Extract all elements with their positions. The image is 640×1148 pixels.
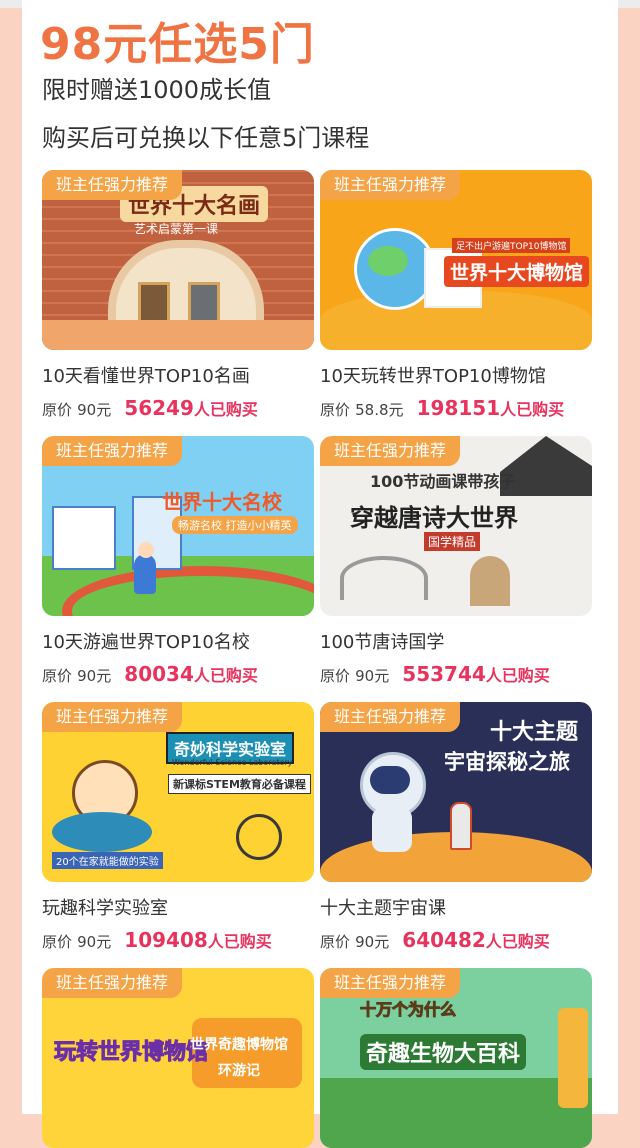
recommend-tag: 班主任强力推荐 — [320, 170, 461, 200]
bonus-subtitle: 限时赠送1000成长值 — [42, 76, 272, 104]
course-card[interactable]: 玩转世界博物馆 世界奇趣博物馆 环游记 班主任强力推荐 — [42, 968, 314, 1148]
thumbnail-subtitle: 畅游名校 打造小小精英 — [172, 516, 298, 534]
thumbnail-subtitle: 100节动画课带孩子 — [370, 472, 516, 491]
course-name: 10天看懂世界TOP10名画 — [42, 366, 250, 387]
price-row: 原价 90元 109408人已购买 — [42, 928, 272, 952]
course-thumbnail: 100节动画课带孩子 穿越唐诗大世界 国学精品 班主任强力推荐 — [320, 436, 592, 616]
thumbnail-stamp: 国学精品 — [424, 532, 481, 551]
recommend-tag: 班主任强力推荐 — [320, 436, 461, 466]
buyers-suffix: 人已购买 — [500, 400, 565, 419]
course-thumbnail: 十万个为什么 奇趣生物大百科 班主任强力推荐 — [320, 968, 592, 1148]
recommend-tag: 班主任强力推荐 — [42, 170, 183, 200]
buyers-count: 80034 — [124, 662, 194, 686]
course-card[interactable]: 世界十大博物馆 足不出户游遍TOP10博物馆 班主任强力推荐 10天玩转世界TO… — [320, 170, 592, 420]
original-price: 90元 — [355, 667, 390, 685]
redeem-description: 购买后可兑换以下任意5门课程 — [42, 124, 370, 152]
course-name: 10天玩转世界TOP10博物馆 — [320, 366, 546, 387]
original-price: 90元 — [355, 933, 390, 951]
thumbnail-subtitle: 艺术启蒙第一课 — [134, 222, 219, 236]
course-card[interactable]: 十万个为什么 奇趣生物大百科 班主任强力推荐 — [320, 968, 592, 1148]
thumbnail-title: 十大主题 — [490, 720, 579, 745]
course-thumbnail: 玩转世界博物馆 世界奇趣博物馆 环游记 班主任强力推荐 — [42, 968, 314, 1148]
thumbnail-title: 奇趣生物大百科 — [360, 1034, 527, 1070]
price-row: 原价 90元 640482人已购买 — [320, 928, 550, 952]
course-thumbnail: 奇妙科学实验室 Wonderful Science Laboratory 新课标… — [42, 702, 314, 882]
course-thumbnail: 世界十大名校 畅游名校 打造小小精英 班主任强力推荐 — [42, 436, 314, 616]
page-title: 98元任选5门 — [40, 19, 315, 70]
original-price-label: 原价 — [320, 933, 351, 951]
buyers-suffix: 人已购买 — [485, 666, 550, 685]
course-card[interactable]: 十大主题 宇宙探秘之旅 班主任强力推荐 十大主题宇宙课 原价 90元 64048… — [320, 702, 592, 952]
course-card[interactable]: 世界十大名校 畅游名校 打造小小精英 班主任强力推荐 10天游遍世界TOP10名… — [42, 436, 314, 686]
buyers-count: 198151 — [416, 396, 501, 420]
thumbnail-title: 穿越唐诗大世界 — [350, 504, 518, 532]
recommend-tag: 班主任强力推荐 — [42, 436, 183, 466]
buyers-suffix: 人已购买 — [193, 666, 258, 685]
thumbnail-subtitle: 足不出户游遍TOP10博物馆 — [452, 238, 571, 253]
price-row: 原价 90元 56249人已购买 — [42, 396, 258, 420]
price-row: 原价 58.8元 198151人已购买 — [320, 396, 564, 420]
original-price: 90元 — [77, 667, 112, 685]
recommend-tag: 班主任强力推荐 — [42, 968, 183, 998]
original-price: 90元 — [77, 933, 112, 951]
thumbnail-subtitle: 宇宙探秘之旅 — [444, 750, 570, 774]
original-price: 90元 — [77, 401, 112, 419]
buyers-suffix: 人已购买 — [193, 400, 258, 419]
original-price: 58.8元 — [355, 401, 404, 419]
course-thumbnail: 世界十大博物馆 足不出户游遍TOP10博物馆 班主任强力推荐 — [320, 170, 592, 350]
thumbnail-subtitle: Wonderful Science Laboratory — [172, 758, 293, 767]
buyers-count: 109408 — [124, 928, 208, 952]
recommend-tag: 班主任强力推荐 — [320, 702, 461, 732]
course-card[interactable]: 奇妙科学实验室 Wonderful Science Laboratory 新课标… — [42, 702, 314, 952]
course-name: 十大主题宇宙课 — [320, 898, 446, 919]
course-thumbnail: 十大主题 宇宙探秘之旅 班主任强力推荐 — [320, 702, 592, 882]
thumbnail-note: 环游记 — [218, 1063, 260, 1079]
original-price-label: 原价 — [42, 933, 73, 951]
course-name: 100节唐诗国学 — [320, 632, 445, 653]
thumbnail-subtitle: 世界奇趣博物馆 — [190, 1037, 288, 1053]
original-price-label: 原价 — [320, 667, 351, 685]
buyers-count: 640482 — [402, 928, 486, 952]
course-thumbnail: 世界十大名画 艺术启蒙第一课 班主任强力推荐 — [42, 170, 314, 350]
thumbnail-title: 世界十大博物馆 — [444, 256, 590, 287]
course-name: 玩趣科学实验室 — [42, 898, 168, 919]
original-price-label: 原价 — [42, 401, 73, 419]
course-card[interactable]: 世界十大名画 艺术启蒙第一课 班主任强力推荐 10天看懂世界TOP10名画 原价… — [42, 170, 314, 420]
recommend-tag: 班主任强力推荐 — [42, 702, 183, 732]
thumbnail-caption: 20个在家就能做的实验 — [52, 852, 163, 869]
thumbnail-subtitle: 十万个为什么 — [359, 1000, 457, 1020]
course-name: 10天游遍世界TOP10名校 — [42, 632, 250, 653]
price-row: 原价 90元 80034人已购买 — [42, 662, 258, 686]
buyers-suffix: 人已购买 — [485, 932, 550, 951]
original-price-label: 原价 — [42, 667, 73, 685]
original-price-label: 原价 — [320, 401, 351, 419]
buyers-count: 553744 — [402, 662, 486, 686]
course-card[interactable]: 100节动画课带孩子 穿越唐诗大世界 国学精品 班主任强力推荐 100节唐诗国学… — [320, 436, 592, 686]
thumbnail-note: 新课标STEM教育必备课程 — [168, 774, 311, 794]
thumbnail-title: 玩转世界博物馆 — [53, 1040, 209, 1066]
price-row: 原价 90元 553744人已购买 — [320, 662, 550, 686]
recommend-tag: 班主任强力推荐 — [320, 968, 461, 998]
buyers-suffix: 人已购买 — [207, 932, 272, 951]
thumbnail-title: 世界十大名校 — [162, 490, 282, 514]
buyers-count: 56249 — [124, 396, 194, 420]
